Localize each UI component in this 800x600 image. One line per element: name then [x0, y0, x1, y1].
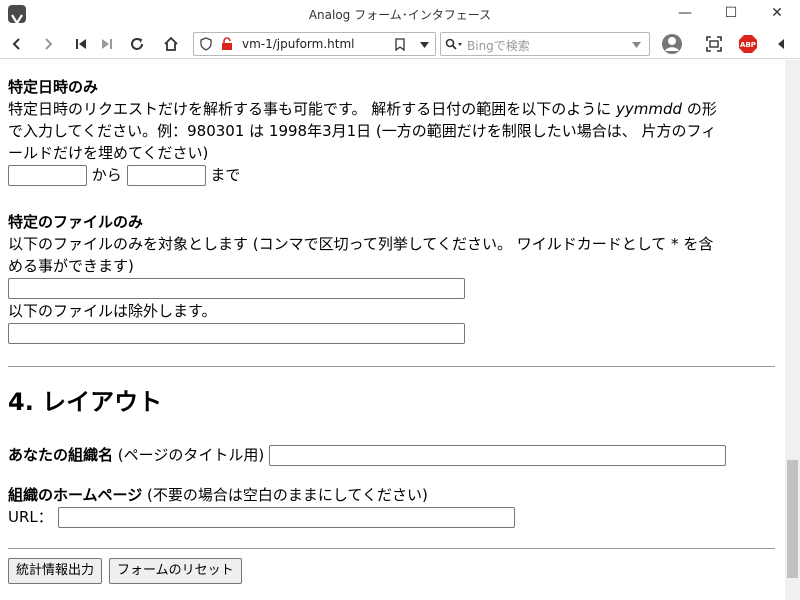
divider	[8, 366, 775, 367]
homepage-label: 組織のホームページ	[8, 486, 143, 504]
url-label: URL：	[8, 508, 53, 526]
close-button[interactable]: ✕	[754, 0, 800, 29]
reload-button[interactable]	[126, 32, 148, 56]
file-section: 特定のファイルのみ 以下のファイルのみを対象とします (コンマで区切って列挙して…	[8, 211, 777, 345]
panel-toggle-button[interactable]	[772, 32, 790, 56]
include-description: 以下のファイルのみを対象とします (コンマで区切って列挙してください。 ワイルド…	[8, 235, 714, 253]
dropdown-icon	[420, 42, 429, 48]
svg-text:ABP: ABP	[740, 41, 756, 49]
back-button[interactable]	[6, 32, 28, 56]
collapse-arrow-icon	[778, 39, 784, 49]
screenshot-icon	[706, 36, 722, 52]
date-section: 特定日時のみ 特定日時のリクエストだけを解析する事も可能です。 解析する日付の範…	[8, 76, 777, 188]
skip-forward-icon	[102, 39, 112, 49]
search-placeholder: Bingで検索	[467, 39, 530, 53]
home-button[interactable]	[160, 32, 182, 56]
abp-icon: ABP	[739, 35, 757, 53]
reload-icon	[131, 38, 143, 50]
layout-heading: 4. レイアウト	[8, 388, 163, 416]
search-dropdown-icon	[632, 42, 641, 48]
search-bar[interactable]: Bingで検索	[440, 32, 650, 56]
fast-forward-button[interactable]	[96, 32, 118, 56]
shield-icon	[200, 37, 212, 51]
homepage-url-input[interactable]	[57, 507, 515, 528]
back-arrow-icon	[12, 38, 20, 50]
rewind-button[interactable]	[70, 32, 92, 56]
exclude-description: 以下のファイルは除外します。	[8, 302, 217, 320]
scrollbar-thumb[interactable]	[787, 460, 798, 578]
org-name-input[interactable]	[268, 445, 726, 466]
org-name-row: あなたの組織名 (ページのタイトル用)	[8, 444, 777, 466]
page-content: 特定日時のみ 特定日時のリクエストだけを解析する事も可能です。 解析する日付の範…	[0, 60, 785, 600]
title-bar: Analog フォーム･インタフェース — ☐ ✕	[0, 0, 800, 29]
minimize-button[interactable]: —	[662, 0, 708, 29]
profile-button[interactable]	[660, 32, 684, 56]
search-engine-icon	[445, 38, 462, 50]
file-section-heading: 特定のファイルのみ	[8, 213, 144, 231]
skip-back-icon	[76, 39, 86, 49]
submit-button[interactable]: 統計情報出力	[8, 558, 103, 584]
exclude-files-input[interactable]	[8, 323, 465, 344]
date-section-heading: 特定日時のみ	[8, 78, 99, 96]
nav-toolbar: vm-1/jpuform.html Bingで検索 ABP	[0, 29, 800, 59]
include-files-input[interactable]	[8, 278, 465, 299]
avatar-icon	[662, 34, 682, 54]
vertical-scrollbar[interactable]	[785, 60, 800, 600]
org-name-note: (ページのタイトル用)	[113, 446, 265, 464]
date-from-input[interactable]	[8, 165, 87, 186]
divider	[8, 548, 775, 549]
url-text[interactable]: vm-1/jpuform.html	[242, 37, 354, 51]
date-section-description: 特定日時のリクエストだけを解析する事も可能です。 解析する日付の範囲を以下のよう…	[8, 100, 717, 118]
insecure-lock-icon	[222, 37, 232, 50]
to-label: まで	[210, 166, 241, 184]
from-label: から	[91, 166, 122, 184]
date-range-row: から まで	[8, 164, 777, 188]
forward-arrow-icon	[45, 38, 53, 50]
org-name-label: あなたの組織名	[8, 446, 114, 464]
address-bar[interactable]: vm-1/jpuform.html	[193, 32, 436, 56]
adblock-button[interactable]: ABP	[737, 32, 759, 56]
home-icon	[164, 36, 178, 51]
bookmark-icon	[395, 38, 405, 51]
date-format: yymmdd	[616, 100, 683, 118]
maximize-button[interactable]: ☐	[708, 0, 754, 29]
date-to-input[interactable]	[126, 165, 206, 186]
homepage-section: 組織のホームページ (不要の場合は空白のままにしてください) URL：	[8, 484, 777, 529]
capture-button[interactable]	[703, 32, 725, 56]
forward-button[interactable]	[37, 32, 59, 56]
reset-button[interactable]: フォームのリセット	[109, 558, 242, 584]
homepage-note: (不要の場合は空白のままにしてください)	[142, 486, 428, 504]
